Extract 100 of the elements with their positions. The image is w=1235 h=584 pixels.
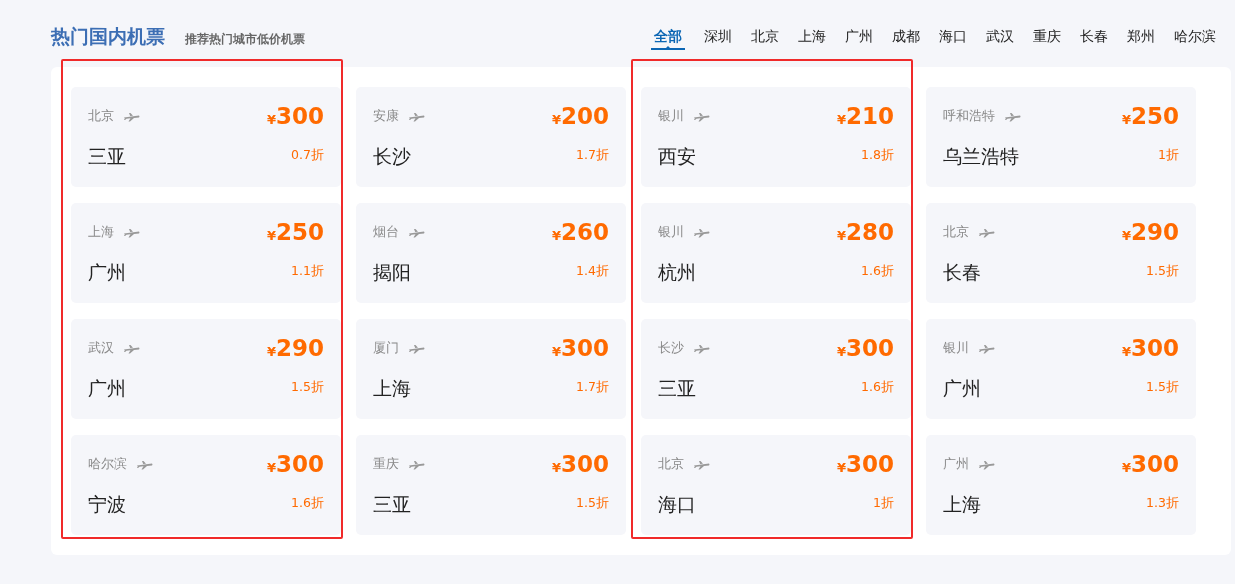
- destination-city: 长沙: [373, 143, 411, 169]
- plane-icon: [693, 226, 710, 238]
- destination-city: 广州: [88, 375, 126, 401]
- fare-price: ¥300: [266, 104, 324, 128]
- destination-city: 上海: [373, 375, 411, 401]
- city-tab[interactable]: 上海: [798, 22, 826, 51]
- origin-city: 武汉: [88, 338, 114, 357]
- flight-card[interactable]: 银川 ¥280 杭州 1.6折: [641, 202, 911, 303]
- destination-city: 广州: [88, 259, 126, 285]
- flight-card[interactable]: 武汉 ¥290 广州 1.5折: [71, 318, 341, 419]
- discount-label: 1.7折: [576, 378, 609, 397]
- plane-icon: [978, 342, 995, 354]
- flight-card[interactable]: 烟台 ¥260 揭阳 1.4折: [356, 202, 626, 303]
- destination-city: 杭州: [658, 259, 696, 285]
- flight-card[interactable]: 北京 ¥300 三亚 0.7折: [71, 86, 341, 187]
- discount-label: 1折: [1158, 146, 1179, 165]
- origin-city: 哈尔滨: [88, 454, 127, 473]
- fare-price: ¥280: [836, 220, 894, 244]
- plane-icon: [123, 226, 140, 238]
- origin-city: 北京: [943, 222, 969, 241]
- fare-price: ¥200: [551, 104, 609, 128]
- fare-price: ¥300: [551, 452, 609, 476]
- discount-label: 1折: [873, 494, 894, 513]
- fare-price: ¥250: [266, 220, 324, 244]
- fare-price: ¥250: [1121, 104, 1179, 128]
- flight-card[interactable]: 厦门 ¥300 上海 1.7折: [356, 318, 626, 419]
- origin-city: 安康: [373, 106, 399, 125]
- origin-city: 银川: [943, 338, 969, 357]
- plane-icon: [408, 342, 425, 354]
- origin-city: 广州: [943, 454, 969, 473]
- fare-price: ¥290: [266, 336, 324, 360]
- fare-price: ¥260: [551, 220, 609, 244]
- city-tab[interactable]: 北京: [751, 22, 779, 51]
- flight-card[interactable]: 安康 ¥200 长沙 1.7折: [356, 86, 626, 187]
- fare-price: ¥300: [1121, 336, 1179, 360]
- fare-price: ¥300: [551, 336, 609, 360]
- city-tab[interactable]: 深圳: [704, 22, 732, 51]
- plane-icon: [136, 458, 153, 470]
- plane-icon: [693, 458, 710, 470]
- discount-label: 1.1折: [291, 262, 324, 281]
- city-tab[interactable]: 长春: [1080, 22, 1108, 51]
- origin-city: 银川: [658, 222, 684, 241]
- origin-city: 北京: [658, 454, 684, 473]
- plane-icon: [408, 458, 425, 470]
- origin-city: 呼和浩特: [943, 106, 995, 125]
- destination-city: 长春: [943, 259, 981, 285]
- destination-city: 揭阳: [373, 259, 411, 285]
- flight-card[interactable]: 呼和浩特 ¥250 乌兰浩特 1折: [926, 86, 1196, 187]
- destination-city: 三亚: [658, 375, 696, 401]
- destination-city: 宁波: [88, 491, 126, 517]
- discount-label: 1.6折: [861, 262, 894, 281]
- plane-icon: [978, 458, 995, 470]
- city-tab[interactable]: 广州: [845, 22, 873, 51]
- origin-city: 银川: [658, 106, 684, 125]
- origin-city: 北京: [88, 106, 114, 125]
- flight-card[interactable]: 北京 ¥290 长春 1.5折: [926, 202, 1196, 303]
- flight-card[interactable]: 长沙 ¥300 三亚 1.6折: [641, 318, 911, 419]
- fare-price: ¥300: [266, 452, 324, 476]
- fare-price: ¥300: [836, 336, 894, 360]
- fare-price: ¥210: [836, 104, 894, 128]
- discount-label: 1.8折: [861, 146, 894, 165]
- origin-city: 重庆: [373, 454, 399, 473]
- plane-icon: [123, 342, 140, 354]
- city-tab[interactable]: 成都: [892, 22, 920, 51]
- plane-icon: [978, 226, 995, 238]
- city-tab[interactable]: 海口: [939, 22, 967, 51]
- flight-card[interactable]: 重庆 ¥300 三亚 1.5折: [356, 434, 626, 535]
- discount-label: 1.5折: [291, 378, 324, 397]
- city-tab[interactable]: 全部: [651, 22, 685, 51]
- flight-card[interactable]: 广州 ¥300 上海 1.3折: [926, 434, 1196, 535]
- discount-label: 0.7折: [291, 146, 324, 165]
- city-tab[interactable]: 郑州: [1127, 22, 1155, 51]
- origin-city: 烟台: [373, 222, 399, 241]
- flight-card[interactable]: 银川 ¥210 西安 1.8折: [641, 86, 911, 187]
- discount-label: 1.5折: [1146, 262, 1179, 281]
- fare-price: ¥290: [1121, 220, 1179, 244]
- destination-city: 上海: [943, 491, 981, 517]
- discount-label: 1.6折: [291, 494, 324, 513]
- plane-icon: [693, 342, 710, 354]
- discount-label: 1.7折: [576, 146, 609, 165]
- discount-label: 1.6折: [861, 378, 894, 397]
- plane-icon: [123, 110, 140, 122]
- destination-city: 乌兰浩特: [943, 143, 1019, 169]
- section-subtitle: 推荐热门城市低价机票: [185, 31, 305, 48]
- origin-city: 长沙: [658, 338, 684, 357]
- city-tab[interactable]: 武汉: [986, 22, 1014, 51]
- destination-city: 西安: [658, 143, 696, 169]
- destination-city: 海口: [658, 491, 696, 517]
- plane-icon: [408, 110, 425, 122]
- section-title: 热门国内机票: [51, 24, 165, 49]
- discount-label: 1.3折: [1146, 494, 1179, 513]
- plane-icon: [1004, 110, 1021, 122]
- city-tab[interactable]: 哈尔滨: [1174, 22, 1216, 51]
- flight-card[interactable]: 哈尔滨 ¥300 宁波 1.6折: [71, 434, 341, 535]
- flight-card[interactable]: 上海 ¥250 广州 1.1折: [71, 202, 341, 303]
- flight-card[interactable]: 北京 ¥300 海口 1折: [641, 434, 911, 535]
- city-tab[interactable]: 重庆: [1033, 22, 1061, 51]
- destination-city: 三亚: [373, 491, 411, 517]
- flight-card[interactable]: 银川 ¥300 广州 1.5折: [926, 318, 1196, 419]
- discount-label: 1.4折: [576, 262, 609, 281]
